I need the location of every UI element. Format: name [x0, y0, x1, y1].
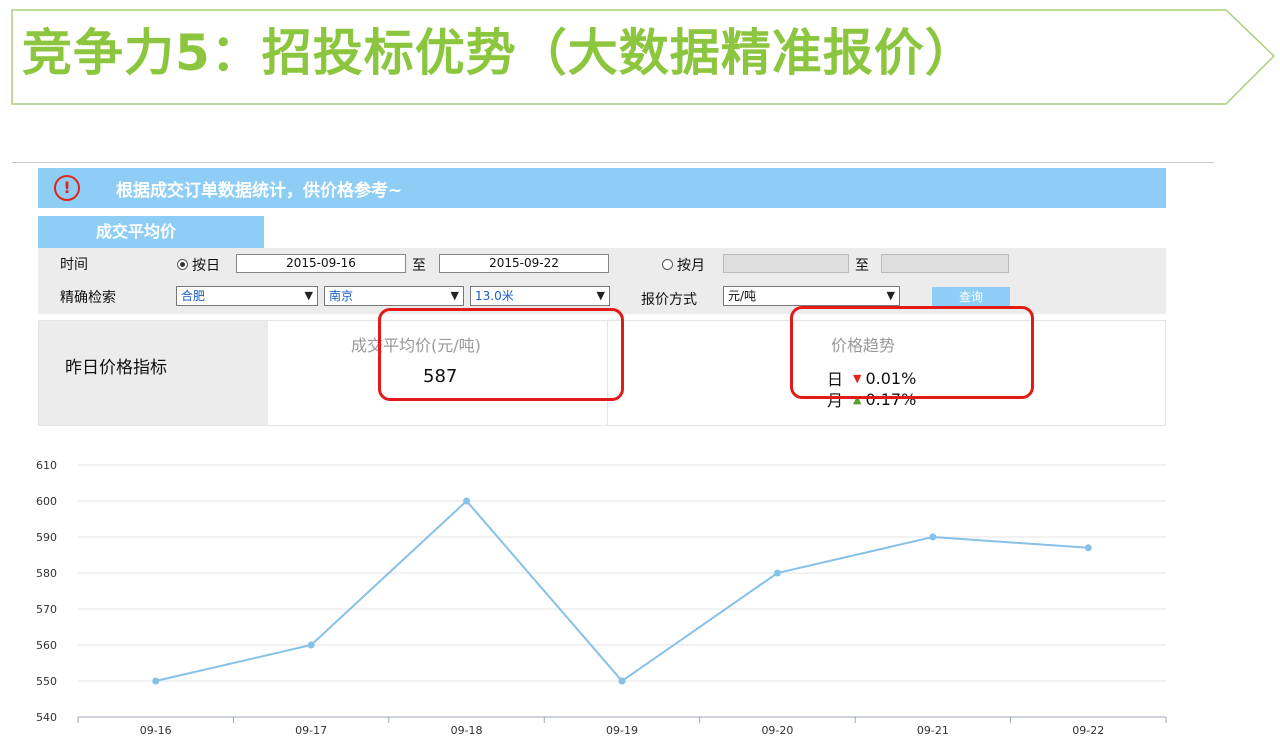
price-line-chart: 540 550 560 570 580 590 600 610 09-16 09-17 09-18 0… — [36, 459, 1167, 737]
x-tick-label: 09-18 — [451, 724, 483, 737]
chevron-down-icon: ▼ — [450, 289, 459, 302]
indicator-label-cell: 昨日价格指标 — [39, 321, 268, 425]
x-tick-label: 09-21 — [917, 724, 949, 737]
precise-search-label: 精确检索 — [60, 290, 116, 306]
data-point — [618, 677, 626, 685]
by-month-label: 按月 — [677, 258, 705, 274]
filter-panel: 时间 按日 2015-09-16 至 2015-09-22 按月 至 精确检索 … — [38, 248, 1166, 314]
city-to-value: 南京 — [329, 289, 354, 303]
y-tick-label: 610 — [36, 459, 57, 472]
city-from-value: 合肥 — [181, 289, 206, 303]
y-tick-label: 560 — [36, 639, 57, 652]
city-to-select[interactable]: 南京 ▼ — [324, 286, 464, 306]
quote-method-value: 元/吨 — [728, 289, 757, 303]
slide-banner: 竞争力5：招投标优势（大数据精准报价） — [0, 0, 1280, 112]
notice-text: 根据成交订单数据统计，供价格参考~ — [116, 180, 403, 201]
chevron-down-icon: ▼ — [886, 289, 895, 302]
time-label: 时间 — [60, 257, 88, 273]
by-day-radio[interactable] — [177, 259, 188, 270]
x-tick-label: 09-17 — [295, 724, 327, 737]
y-tick-label: 600 — [36, 495, 57, 508]
x-tick-label: 09-16 — [140, 724, 172, 737]
city-from-select[interactable]: 合肥 ▼ — [176, 286, 318, 306]
data-point — [307, 641, 315, 649]
data-point — [773, 569, 781, 577]
x-tick-label: 09-22 — [1072, 724, 1104, 737]
avg-price-highlight — [378, 308, 624, 401]
query-button[interactable]: 查询 — [932, 287, 1010, 307]
x-tick-label: 09-20 — [761, 724, 793, 737]
month-to-separator: 至 — [855, 258, 869, 274]
y-tick-label: 580 — [36, 567, 57, 580]
quote-method-select[interactable]: 元/吨 ▼ — [723, 286, 900, 306]
y-tick-label: 590 — [36, 531, 57, 544]
indicator-label: 昨日价格指标 — [65, 358, 167, 378]
tab-average-price[interactable]: 成交平均价 — [38, 216, 264, 248]
data-point — [463, 497, 471, 505]
date-to-separator: 至 — [412, 258, 426, 274]
series-line — [155, 499, 1089, 683]
data-point — [1084, 544, 1092, 552]
trend-highlight — [790, 306, 1034, 399]
x-tick-label: 09-19 — [606, 724, 638, 737]
y-tick-label: 540 — [36, 711, 57, 724]
length-value: 13.0米 — [475, 289, 514, 303]
date-from-input[interactable]: 2015-09-16 — [236, 254, 406, 273]
by-month-radio[interactable] — [662, 259, 673, 270]
data-point — [152, 677, 160, 685]
month-from-input[interactable] — [723, 254, 849, 273]
chevron-down-icon: ▼ — [596, 289, 605, 302]
y-tick-label: 550 — [36, 675, 57, 688]
divider-line — [12, 162, 1214, 163]
by-day-label: 按日 — [192, 258, 220, 274]
length-select[interactable]: 13.0米 ▼ — [470, 286, 610, 306]
date-to-input[interactable]: 2015-09-22 — [439, 254, 609, 273]
y-tick-label: 570 — [36, 603, 57, 616]
alert-circle-icon: ! — [54, 175, 80, 201]
quote-method-label: 报价方式 — [641, 292, 697, 308]
banner-title: 竞争力5：招投标优势（大数据精准报价） — [22, 24, 976, 82]
chevron-down-icon: ▼ — [304, 289, 313, 302]
notice-bar: ! 根据成交订单数据统计，供价格参考~ — [38, 168, 1166, 208]
month-to-input[interactable] — [881, 254, 1009, 273]
data-point — [929, 533, 937, 541]
